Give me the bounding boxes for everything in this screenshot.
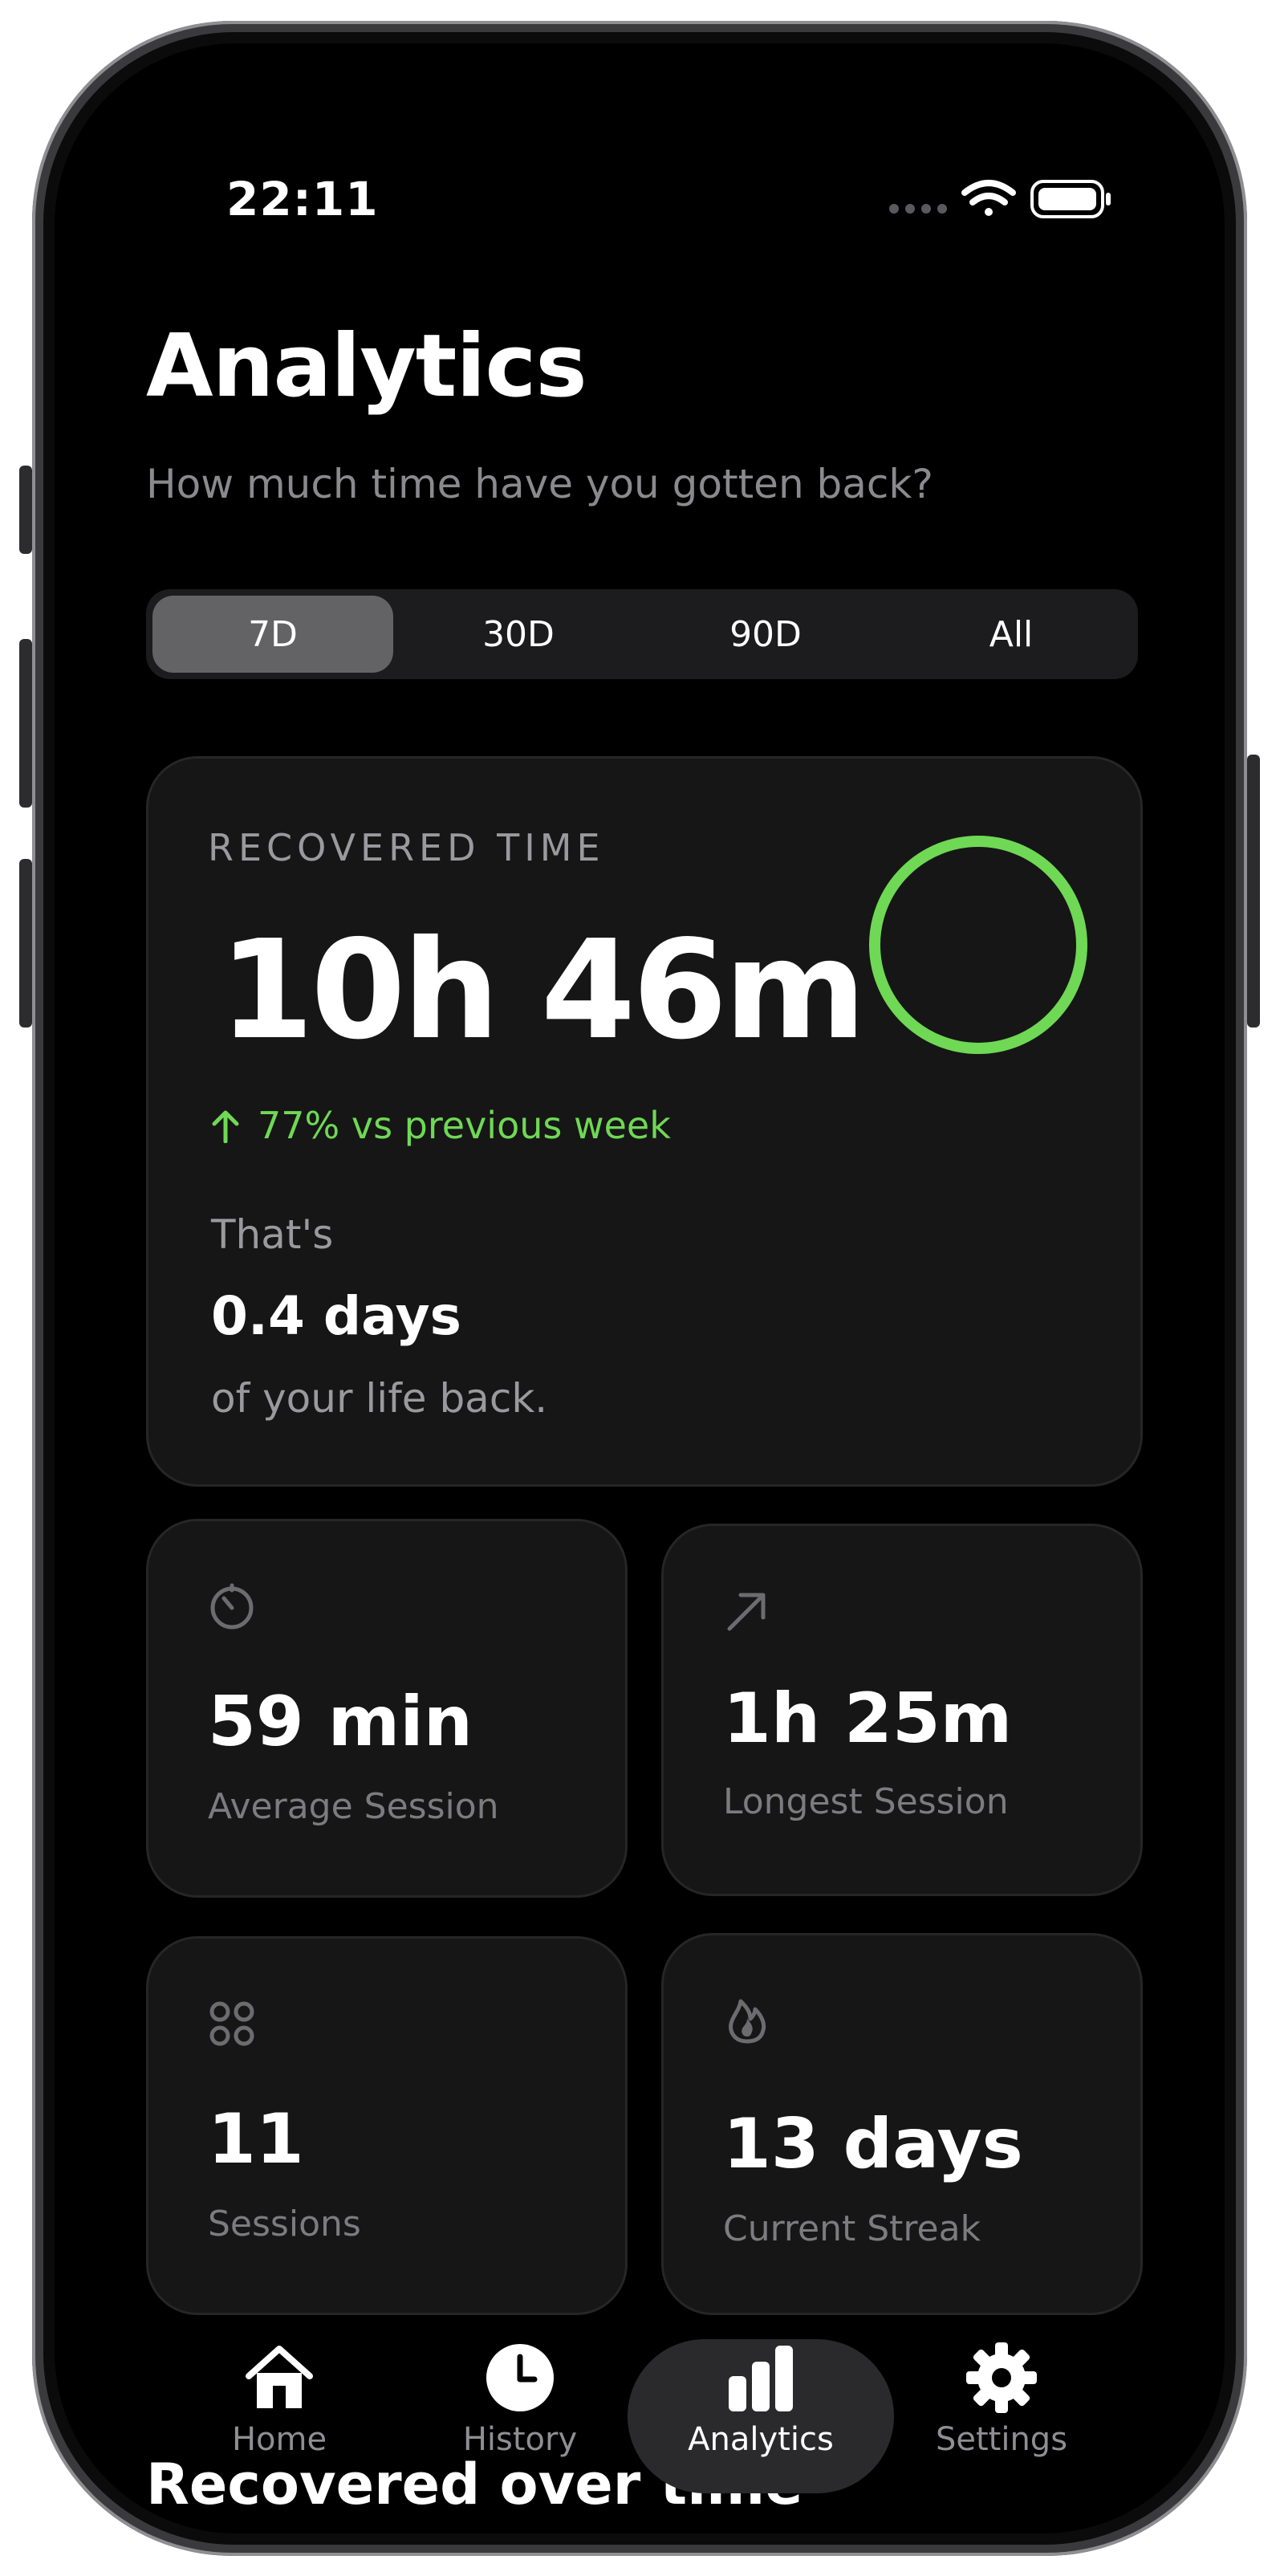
progress-ring (869, 836, 1087, 1054)
tab-home[interactable]: Home (159, 2331, 400, 2468)
battery-icon (1030, 180, 1111, 218)
tab-label: Settings (935, 2421, 1068, 2458)
stat-label: Longest Session (723, 1781, 1009, 1822)
tab-label: History (462, 2421, 578, 2458)
range-selector: 7D 30D 90D All (146, 589, 1138, 679)
stat-label: Sessions (208, 2204, 361, 2244)
days-value: 0.4 days (211, 1285, 461, 1347)
arrow-up-icon (212, 1110, 239, 1143)
clock-icon (486, 2344, 554, 2411)
side-button-volume-up (19, 639, 32, 808)
recovered-time-delta: 77% vs previous week (211, 1104, 671, 1147)
range-option-7d[interactable]: 7D (152, 596, 393, 673)
thats-text: That's (211, 1211, 334, 1258)
page-subtitle: How much time have you gotten back? (146, 461, 933, 507)
stat-value: 13 days (723, 2104, 1023, 2184)
stat-value: 11 (208, 2099, 304, 2179)
arrow-up-right-icon (727, 1593, 766, 1631)
tab-settings[interactable]: Settings (881, 2331, 1122, 2468)
status-time: 22:11 (226, 172, 379, 226)
stat-label: Current Streak (723, 2208, 981, 2249)
stat-card-sessions[interactable]: 11 Sessions (146, 1936, 628, 2315)
tab-analytics[interactable]: Analytics (640, 2331, 881, 2468)
side-button-volume-down (19, 859, 32, 1028)
range-option-90d[interactable]: 90D (645, 596, 886, 673)
recovered-time-card: RECOVERED TIME 10h 46m 77% vs previous w… (146, 756, 1143, 1487)
tab-history[interactable]: History (400, 2331, 640, 2468)
bar-chart-icon (729, 2346, 793, 2411)
stat-card-longest-session[interactable]: 1h 25m Longest Session (661, 1524, 1143, 1896)
side-button-action (19, 466, 32, 554)
stat-card-current-streak[interactable]: 13 days Current Streak (661, 1933, 1143, 2315)
gear-icon (966, 2342, 1037, 2413)
delta-text: 77% vs previous week (258, 1104, 671, 1147)
recovered-time-label: RECOVERED TIME (208, 826, 605, 869)
stat-card-average-session[interactable]: 59 min Average Session (146, 1519, 628, 1898)
app-screen: 22:11 Analytics How much time have you g… (55, 43, 1225, 2533)
wifi-icon (961, 180, 1016, 216)
grid-dots-icon (209, 2001, 254, 2046)
stat-value: 59 min (208, 1682, 473, 1762)
stat-label: Average Session (208, 1786, 499, 1827)
timer-icon (210, 1583, 254, 1630)
tab-label: Analytics (688, 2421, 834, 2458)
house-icon (246, 2346, 313, 2408)
flame-icon (729, 1999, 766, 2044)
range-option-30d[interactable]: 30D (398, 596, 639, 673)
range-option-all[interactable]: All (891, 596, 1132, 673)
status-icons (884, 177, 1117, 222)
stat-value: 1h 25m (723, 1679, 1013, 1759)
page-title: Analytics (146, 316, 587, 417)
tab-bar: Home History Analytics Settings (55, 2315, 1225, 2508)
cellular-dots-icon (889, 204, 947, 214)
side-button-power (1247, 755, 1260, 1028)
tab-label: Home (231, 2421, 327, 2458)
recovered-time-value: 10h 46m (219, 911, 866, 1070)
life-back-text: of your life back. (211, 1375, 548, 1422)
